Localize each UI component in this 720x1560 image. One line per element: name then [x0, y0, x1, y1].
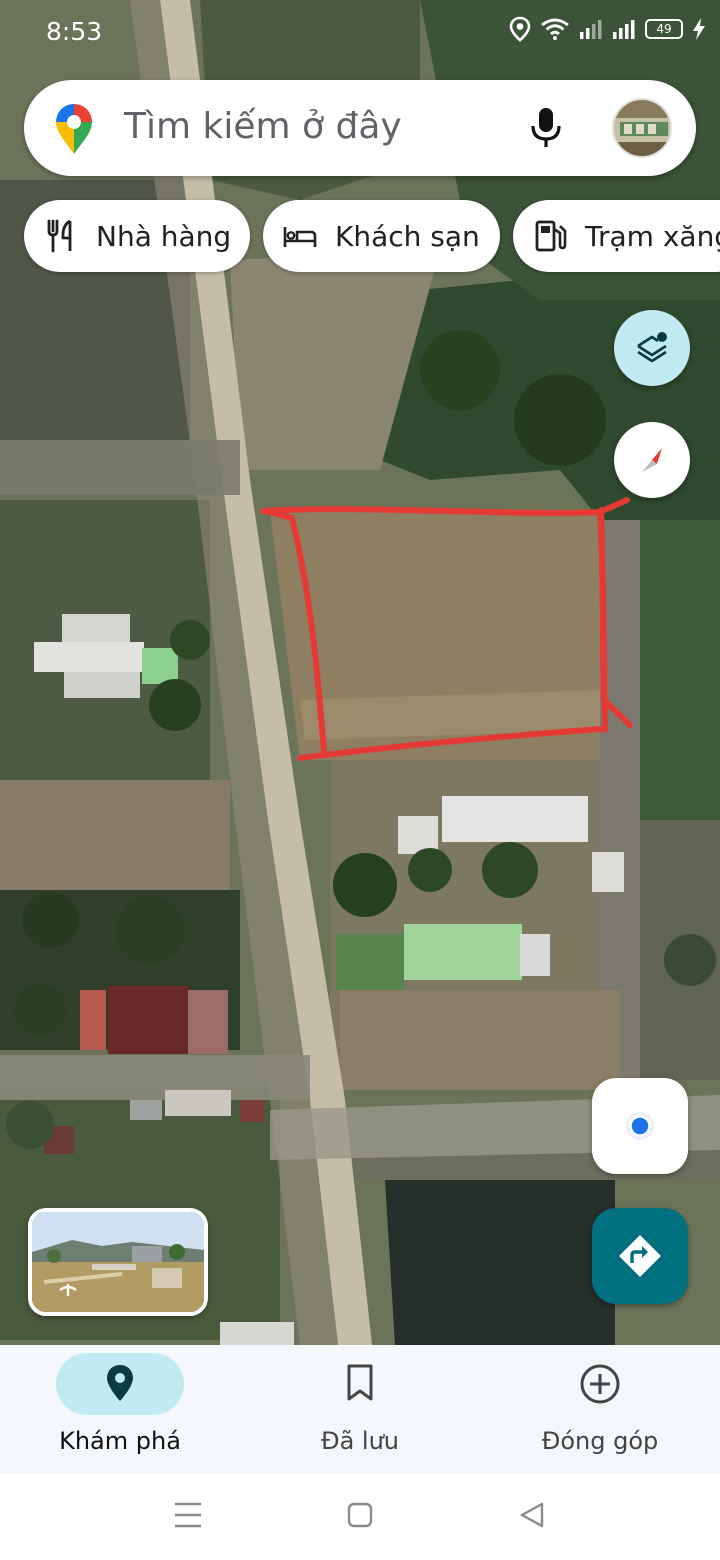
back-icon[interactable] [520, 1502, 544, 1528]
battery-level: 49 [656, 22, 672, 36]
location-icon [509, 16, 531, 42]
status-icons: 49 [509, 16, 706, 42]
nav-contribute[interactable]: Đóng góp [480, 1345, 720, 1473]
signal-icon [580, 20, 602, 39]
home-icon[interactable] [347, 1502, 373, 1528]
bed-icon [283, 227, 317, 247]
signal-icon [613, 20, 635, 39]
nav-label: Khám phá [59, 1427, 181, 1455]
chip-label: Trạm xăng [585, 219, 720, 253]
chip-restaurants[interactable]: Nhà hàng [24, 200, 250, 272]
charging-icon [693, 18, 705, 40]
layers-button[interactable] [614, 310, 690, 386]
maps-pin-icon [56, 104, 92, 154]
recents-menu-icon[interactable] [175, 1502, 201, 1528]
layers-icon [637, 332, 667, 363]
my-location-icon [626, 1112, 654, 1140]
chip-gas-stations[interactable]: Trạm xăng [513, 200, 720, 272]
status-time: 8:53 [46, 17, 103, 46]
chip-hotels[interactable]: Khách sạn [263, 200, 500, 272]
street-view-image [32, 1212, 204, 1312]
nav-label: Đã lưu [320, 1427, 400, 1455]
system-nav-buttons [175, 1502, 544, 1528]
my-location-button[interactable] [592, 1078, 688, 1174]
avatar-image [614, 100, 670, 156]
nav-label: Đóng góp [541, 1427, 659, 1455]
add-circle-icon [580, 1364, 620, 1404]
wifi-icon [541, 18, 569, 40]
directions-icon [619, 1235, 661, 1277]
search-input[interactable]: Tìm kiếm ở đây [124, 106, 402, 147]
avatar[interactable] [612, 98, 672, 158]
bookmark-icon [347, 1364, 373, 1401]
nav-saved[interactable]: Đã lưu [240, 1345, 480, 1473]
explore-pin-icon [107, 1365, 133, 1401]
fork-knife-icon [47, 219, 72, 253]
chip-label: Nhà hàng [96, 219, 232, 253]
directions-button[interactable] [592, 1208, 688, 1304]
bottom-navigation: Khám phá Đã lưu Đóng góp [0, 1345, 720, 1473]
compass-icon [642, 448, 662, 472]
street-view-thumbnail[interactable] [28, 1208, 208, 1316]
nav-explore[interactable]: Khám phá [0, 1345, 240, 1473]
gas-pump-icon [535, 220, 567, 252]
microphone-icon[interactable] [528, 106, 564, 150]
chip-label: Khách sạn [335, 219, 480, 253]
system-navigation-bar [0, 1473, 720, 1560]
status-bar: 8:53 49 [0, 0, 720, 64]
compass-button[interactable] [614, 422, 690, 498]
search-bar[interactable]: Tìm kiếm ở đây [24, 80, 696, 176]
battery-icon: 49 [645, 19, 683, 39]
